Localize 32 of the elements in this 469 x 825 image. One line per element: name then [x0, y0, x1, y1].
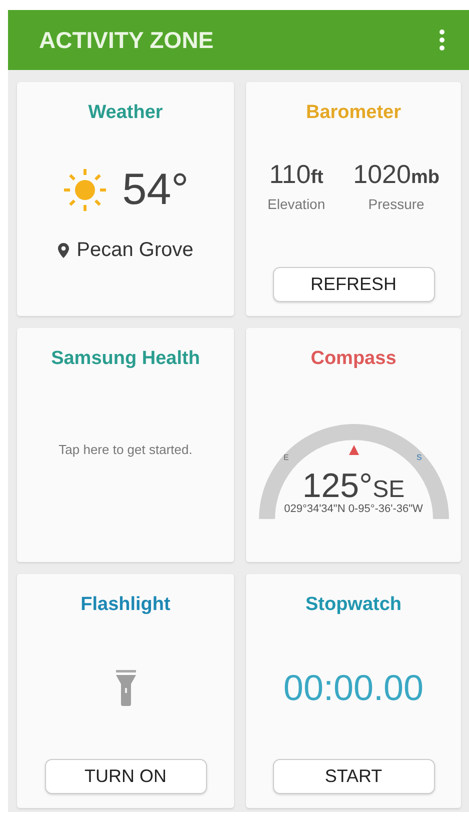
hint-text: Tap here to get started.	[58, 442, 192, 456]
reading-label: Elevation	[268, 196, 326, 212]
tool-card[interactable]: Stopwatch 00:00.00 START	[246, 574, 461, 808]
card-title: Weather	[88, 102, 163, 124]
tool-card[interactable]: Samsung Health Tap here to get started.	[17, 328, 234, 562]
card-title: Compass	[310, 348, 396, 370]
compass-mark: S	[416, 453, 422, 462]
compass-heading: 125°SE	[302, 467, 405, 505]
app-title: ACTIVITY ZONE	[39, 26, 214, 54]
temperature: 54°	[122, 164, 189, 214]
location-pin-icon	[58, 242, 69, 258]
location-name: Pecan Grove	[76, 238, 194, 262]
tool-card[interactable]: Weather 54° Pecan Grove	[17, 82, 234, 316]
compass-mark: E	[284, 453, 289, 462]
action-button[interactable]: TURN ON	[44, 759, 206, 794]
card-title: Samsung Health	[51, 348, 200, 370]
more-options-icon[interactable]	[439, 29, 445, 51]
tool-card[interactable]: Flashlight TURN ON	[17, 574, 234, 808]
card-title: Stopwatch	[305, 594, 402, 616]
reading-value: 1020mb	[353, 159, 440, 190]
tool-card[interactable]: Barometer 110ft Elevation 1020mb Pressure REFRESH	[246, 82, 461, 316]
tool-card[interactable]: Compass E S 125°SE 029°34'34"N 0-95°-36'-36"W	[246, 328, 461, 562]
card-title: Barometer	[306, 102, 402, 124]
coordinates: 029°34'34"N 0-95°-36'-36"W	[284, 503, 423, 515]
action-button[interactable]: START	[272, 759, 434, 794]
card-title: Flashlight	[80, 594, 170, 616]
flashlight-icon	[116, 670, 136, 706]
sun-icon	[62, 166, 108, 212]
reading-label: Pressure	[368, 196, 424, 212]
stopwatch-time: 00:00.00	[283, 666, 424, 708]
reading-value: 110ft	[269, 159, 324, 190]
action-button[interactable]: REFRESH	[272, 267, 434, 302]
